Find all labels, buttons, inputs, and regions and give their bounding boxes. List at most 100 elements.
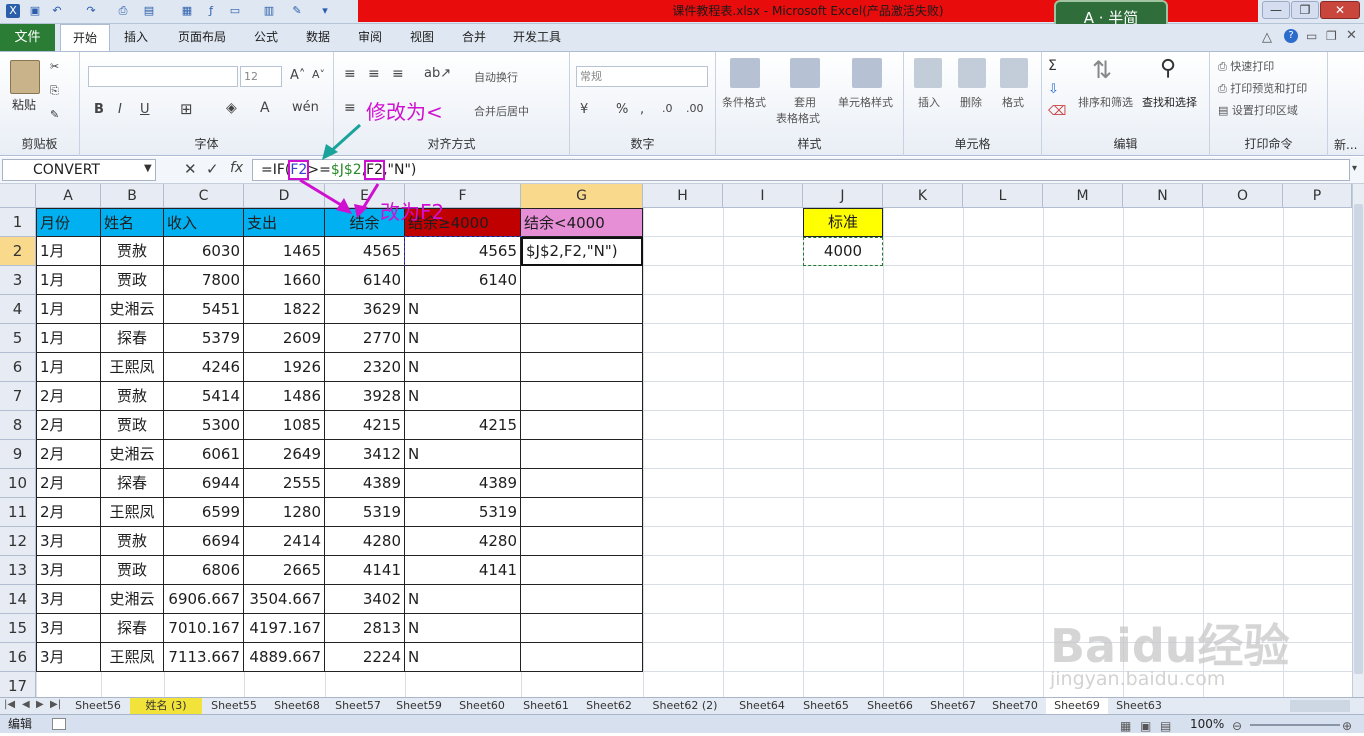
- cell-d10[interactable]: 2555: [244, 469, 325, 498]
- cell-e12[interactable]: 4280: [325, 527, 405, 556]
- increase-decimal-icon[interactable]: .0: [662, 102, 673, 115]
- increase-font-icon[interactable]: A˄: [290, 68, 305, 83]
- cell-f4[interactable]: N: [405, 295, 521, 324]
- customize-qat-icon[interactable]: ▾: [318, 4, 332, 18]
- row-header-1[interactable]: 1: [0, 208, 36, 237]
- vertical-scroll-thumb[interactable]: [1354, 204, 1363, 674]
- cell-g13[interactable]: [521, 556, 643, 585]
- cell-d3[interactable]: 1660: [244, 266, 325, 295]
- phonetic-icon[interactable]: wén: [292, 100, 319, 115]
- delete-cells-icon[interactable]: [958, 58, 986, 88]
- number-format-select[interactable]: 常规: [576, 66, 708, 87]
- cell-e9[interactable]: 3412: [325, 440, 405, 469]
- decrease-font-icon[interactable]: A˅: [312, 68, 325, 81]
- clear-icon[interactable]: ⌫: [1048, 104, 1066, 119]
- restore-button[interactable]: ❐: [1291, 1, 1319, 19]
- cell-c7[interactable]: 5414: [164, 382, 244, 411]
- excel-app-icon[interactable]: X: [6, 4, 20, 18]
- align-left-icon[interactable]: ≡: [344, 100, 356, 116]
- sheet-tab[interactable]: Sheet61: [514, 698, 578, 714]
- cell-b15[interactable]: 探春: [101, 614, 164, 643]
- cell-f7[interactable]: N: [405, 382, 521, 411]
- sheet-icon[interactable]: ▦: [180, 4, 194, 18]
- cell-c11[interactable]: 6599: [164, 498, 244, 527]
- row-header-7[interactable]: 7: [0, 382, 36, 411]
- cell-b11[interactable]: 王熙凤: [101, 498, 164, 527]
- cell-c12[interactable]: 6694: [164, 527, 244, 556]
- standard-label-cell[interactable]: 标准: [803, 208, 883, 237]
- row-header-14[interactable]: 14: [0, 585, 36, 614]
- cell-e3[interactable]: 6140: [325, 266, 405, 295]
- cell-d12[interactable]: 2414: [244, 527, 325, 556]
- row-header-13[interactable]: 13: [0, 556, 36, 585]
- page-break-view-icon[interactable]: ▤: [1160, 717, 1171, 736]
- find-select-button[interactable]: 查找和选择: [1142, 94, 1197, 110]
- header-balance-lt[interactable]: 结余<4000: [521, 208, 643, 237]
- header-name[interactable]: 姓名: [101, 208, 164, 237]
- page-layout-view-icon[interactable]: ▣: [1140, 717, 1151, 736]
- cell-e4[interactable]: 3629: [325, 295, 405, 324]
- print-icon[interactable]: ⎙: [116, 4, 130, 18]
- cell-e10[interactable]: 4389: [325, 469, 405, 498]
- column-header-o[interactable]: O: [1203, 184, 1283, 208]
- cell-a9[interactable]: 2月: [36, 440, 101, 469]
- cell-f13[interactable]: 4141: [405, 556, 521, 585]
- cell-g4[interactable]: [521, 295, 643, 324]
- redo-icon[interactable]: ↷: [84, 4, 98, 18]
- cell-c8[interactable]: 5300: [164, 411, 244, 440]
- sheet-nav-last-icon[interactable]: ▶|: [50, 699, 61, 710]
- macro-record-icon[interactable]: [52, 718, 66, 730]
- print-area-button[interactable]: ▤ 设置打印区域: [1218, 102, 1298, 118]
- cell-a4[interactable]: 1月: [36, 295, 101, 324]
- cell-b13[interactable]: 贾政: [101, 556, 164, 585]
- cell-b8[interactable]: 贾政: [101, 411, 164, 440]
- workbook-close-icon[interactable]: ✕: [1346, 28, 1357, 43]
- cell-g11[interactable]: [521, 498, 643, 527]
- format-as-table-icon[interactable]: [790, 58, 820, 88]
- sheet-tab[interactable]: Sheet56: [66, 698, 130, 714]
- column-header-k[interactable]: K: [883, 184, 963, 208]
- save-icon[interactable]: ▣: [28, 4, 42, 18]
- cell-a13[interactable]: 3月: [36, 556, 101, 585]
- cell-b5[interactable]: 探春: [101, 324, 164, 353]
- column-header-i[interactable]: I: [723, 184, 803, 208]
- sheet-tab[interactable]: Sheet64: [730, 698, 794, 714]
- cell-g15[interactable]: [521, 614, 643, 643]
- cell-b9[interactable]: 史湘云: [101, 440, 164, 469]
- cell-f6[interactable]: N: [405, 353, 521, 382]
- help-icon[interactable]: ?: [1284, 29, 1298, 43]
- cell-d5[interactable]: 2609: [244, 324, 325, 353]
- cell-d11[interactable]: 1280: [244, 498, 325, 527]
- sheet-tab[interactable]: Sheet55: [202, 698, 266, 714]
- sort-filter-icon[interactable]: ⇅: [1092, 56, 1112, 84]
- header-income[interactable]: 收入: [164, 208, 244, 237]
- cell-e8[interactable]: 4215: [325, 411, 405, 440]
- sheet-tab[interactable]: Sheet67: [922, 698, 984, 714]
- cell-f12[interactable]: 4280: [405, 527, 521, 556]
- cell-a15[interactable]: 3月: [36, 614, 101, 643]
- cell-a10[interactable]: 2月: [36, 469, 101, 498]
- cell-g2[interactable]: $J$2,F2,"N"): [521, 237, 643, 266]
- column-header-n[interactable]: N: [1123, 184, 1203, 208]
- decrease-decimal-icon[interactable]: .00: [686, 102, 704, 115]
- tab-merge[interactable]: 合并: [452, 24, 496, 51]
- cell-g10[interactable]: [521, 469, 643, 498]
- row-header-16[interactable]: 16: [0, 643, 36, 672]
- fill-icon[interactable]: ⇩: [1048, 82, 1059, 97]
- insert-cells-button[interactable]: 插入: [918, 94, 940, 110]
- font-name-input[interactable]: [88, 66, 238, 87]
- row-header-10[interactable]: 10: [0, 469, 36, 498]
- cell-g9[interactable]: [521, 440, 643, 469]
- cell-c4[interactable]: 5451: [164, 295, 244, 324]
- cell-b14[interactable]: 史湘云: [101, 585, 164, 614]
- column-header-m[interactable]: M: [1043, 184, 1123, 208]
- standard-value-cell[interactable]: 4000: [803, 237, 883, 266]
- cell-g3[interactable]: [521, 266, 643, 295]
- row-header-2[interactable]: 2: [0, 237, 36, 266]
- tab-home[interactable]: 开始: [60, 24, 110, 51]
- sheet-tab[interactable]: Sheet63: [1108, 698, 1170, 714]
- tab-view[interactable]: 视图: [400, 24, 444, 51]
- vertical-scrollbar[interactable]: [1352, 184, 1364, 697]
- format-cells-icon[interactable]: [1000, 58, 1028, 88]
- cell-g6[interactable]: [521, 353, 643, 382]
